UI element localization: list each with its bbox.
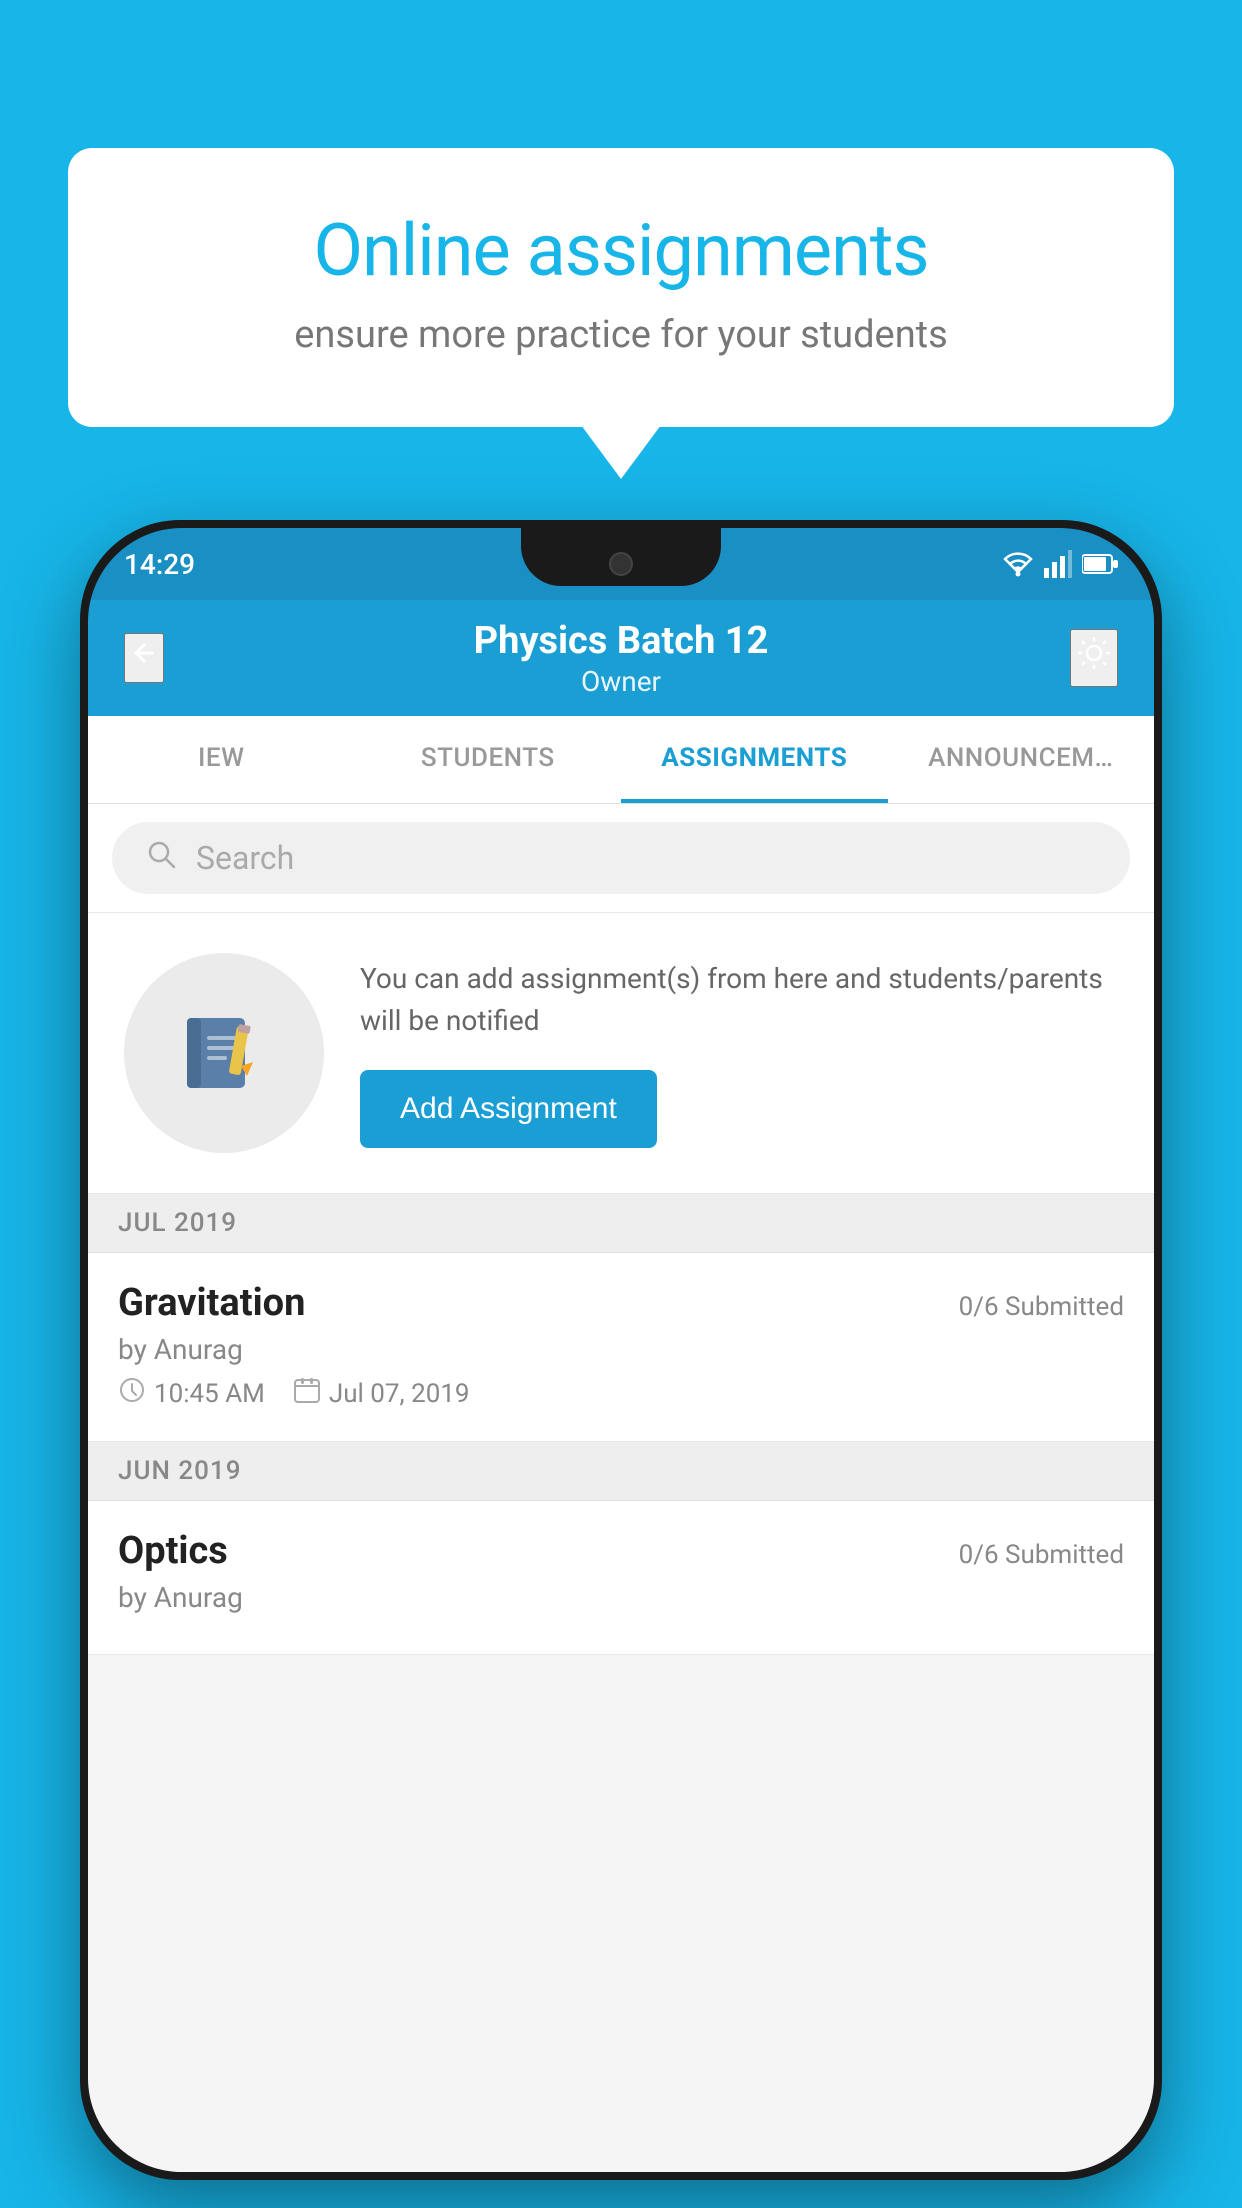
signal-icon: [1044, 550, 1072, 578]
header-subtitle: Owner: [474, 665, 769, 698]
battery-icon: [1082, 553, 1118, 575]
speech-bubble-title: Online assignments: [148, 208, 1094, 293]
assignment-date: Jul 07, 2019: [329, 1379, 470, 1409]
header-title-group: Physics Batch 12 Owner: [474, 619, 769, 698]
assignment-time-meta: 10:45 AM: [118, 1376, 265, 1411]
assignment-item-optics[interactable]: Optics 0/6 Submitted by Anurag: [88, 1501, 1154, 1655]
camera: [609, 552, 633, 576]
speech-bubble: Online assignments ensure more practice …: [68, 148, 1174, 427]
search-bar-wrapper: Search: [88, 804, 1154, 913]
tab-assignments[interactable]: ASSIGNMENTS: [621, 716, 888, 803]
empty-state-description: You can add assignment(s) from here and …: [360, 958, 1118, 1042]
wifi-icon: [1002, 550, 1034, 578]
assignment-row1: Gravitation 0/6 Submitted: [118, 1281, 1124, 1325]
notebook-icon: [179, 1008, 269, 1098]
tab-students[interactable]: STUDENTS: [355, 716, 622, 803]
assignment-time: 10:45 AM: [154, 1379, 265, 1409]
section-header-jun: JUN 2019: [88, 1442, 1154, 1501]
settings-button[interactable]: [1070, 629, 1118, 687]
assignment-meta: 10:45 AM Jul 07, 2019: [118, 1376, 1124, 1411]
phone-notch: [521, 528, 721, 586]
assignment-date-meta: Jul 07, 2019: [293, 1376, 470, 1411]
phone-screen: 14:29: [88, 528, 1154, 2172]
calendar-icon: [293, 1376, 321, 1411]
assignment-author: by Anurag: [118, 1333, 1124, 1366]
clock-icon: [118, 1376, 146, 1411]
back-button[interactable]: [124, 633, 164, 683]
tabs-bar: IEW STUDENTS ASSIGNMENTS ANNOUNCEM…: [88, 716, 1154, 804]
search-bar[interactable]: Search: [112, 822, 1130, 894]
header-title: Physics Batch 12: [474, 619, 769, 663]
search-icon: [144, 837, 178, 880]
assignment-name: Gravitation: [118, 1281, 305, 1325]
phone-frame: 14:29: [80, 520, 1162, 2180]
assignment-submitted: 0/6 Submitted: [959, 1292, 1124, 1322]
assignment-optics-author: by Anurag: [118, 1581, 1124, 1614]
status-time: 14:29: [124, 548, 195, 581]
assignment-optics-row1: Optics 0/6 Submitted: [118, 1529, 1124, 1573]
search-placeholder: Search: [196, 839, 294, 877]
app-header: Physics Batch 12 Owner: [88, 600, 1154, 716]
assignment-item-gravitation[interactable]: Gravitation 0/6 Submitted by Anurag 10:4…: [88, 1253, 1154, 1442]
speech-bubble-subtitle: ensure more practice for your students: [148, 313, 1094, 357]
tab-announcements[interactable]: ANNOUNCEM…: [888, 716, 1155, 803]
section-header-jul: JUL 2019: [88, 1194, 1154, 1253]
assignment-optics-name: Optics: [118, 1529, 228, 1573]
tab-iew[interactable]: IEW: [88, 716, 355, 803]
empty-state-text-group: You can add assignment(s) from here and …: [360, 958, 1118, 1148]
status-icons: [1002, 550, 1118, 578]
speech-bubble-container: Online assignments ensure more practice …: [68, 148, 1174, 427]
assignment-optics-submitted: 0/6 Submitted: [959, 1540, 1124, 1570]
empty-state-card: You can add assignment(s) from here and …: [88, 913, 1154, 1194]
empty-state-icon-circle: [124, 953, 324, 1153]
add-assignment-button[interactable]: Add Assignment: [360, 1070, 657, 1148]
screen-content: Search: [88, 804, 1154, 2172]
